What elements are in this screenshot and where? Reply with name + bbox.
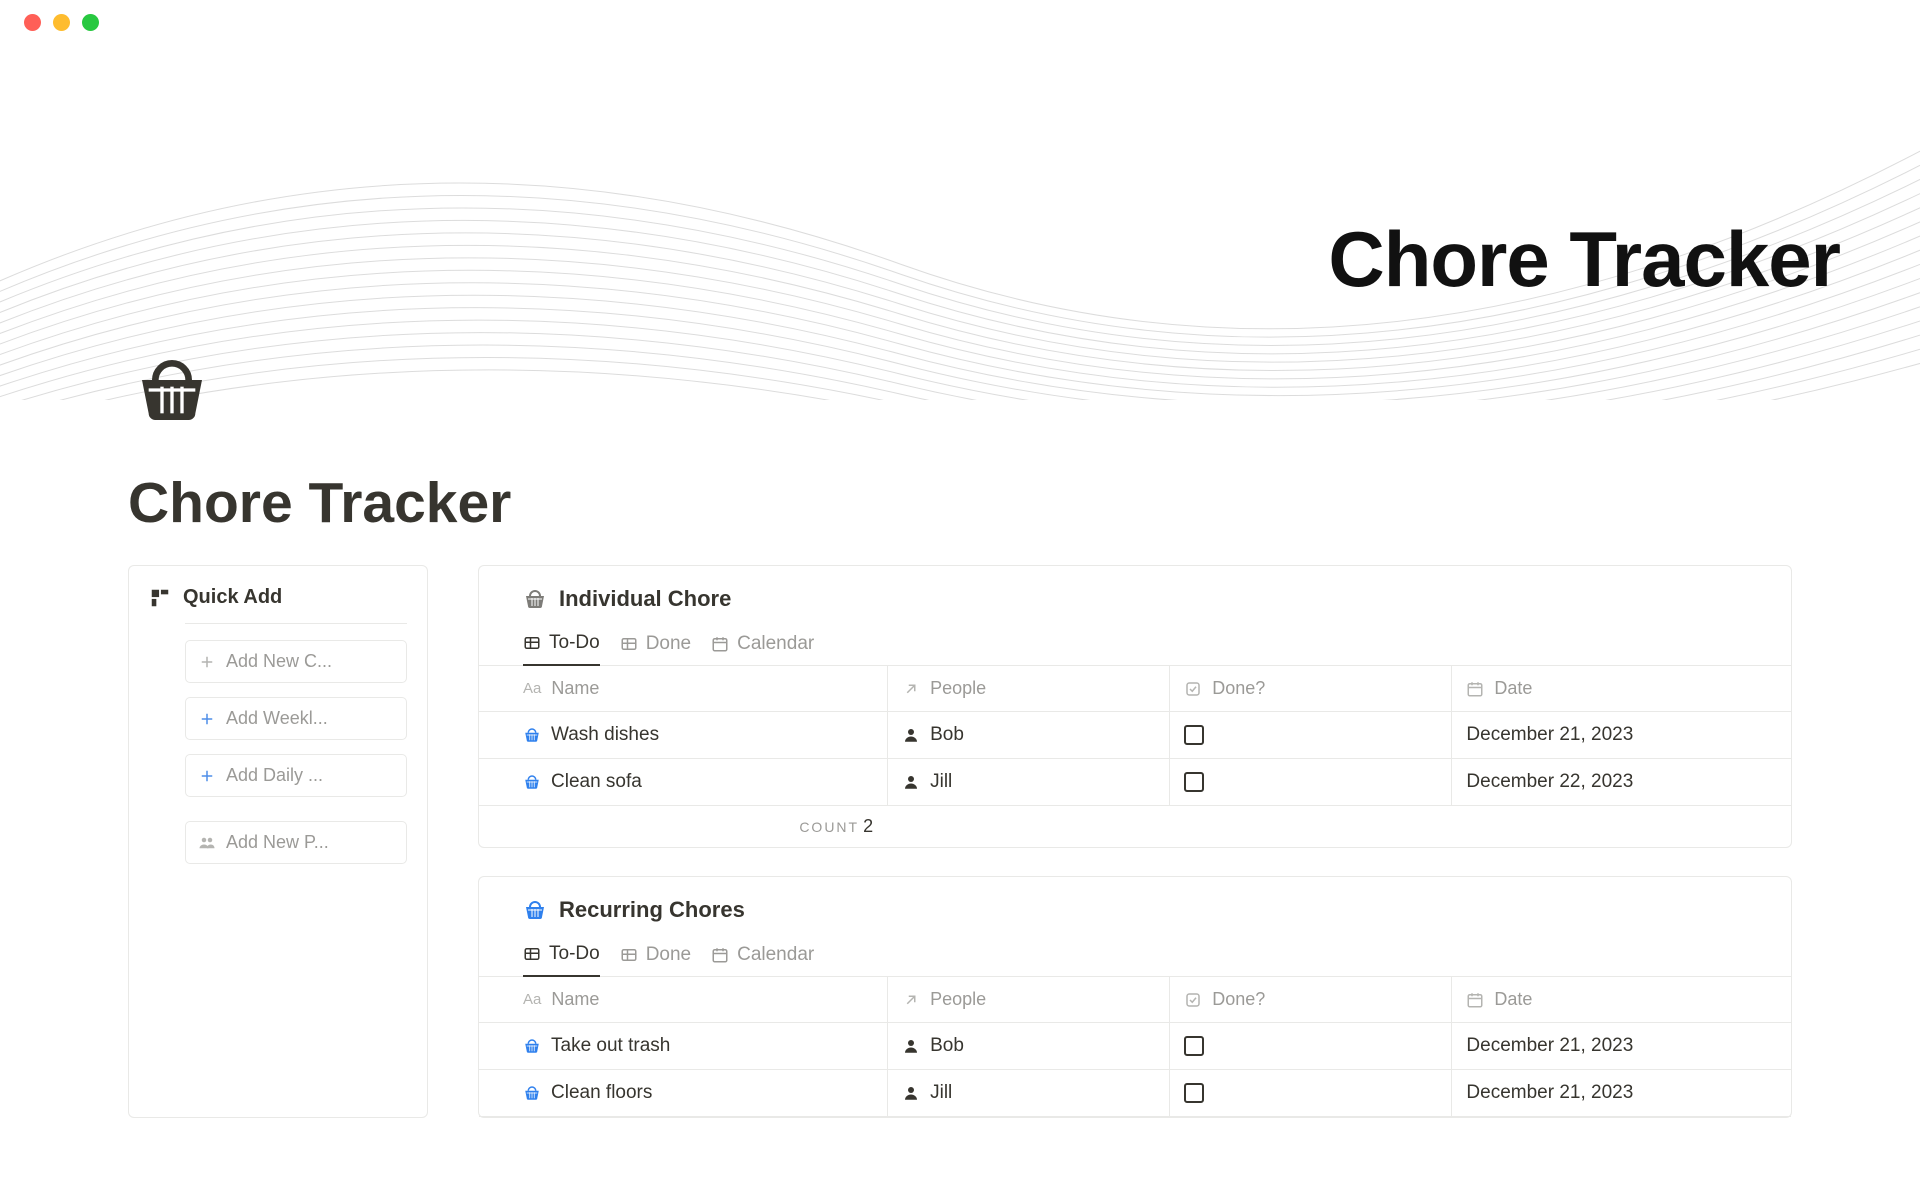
quick-add-header: Quick Add <box>149 586 407 609</box>
tab-calendar[interactable]: Calendar <box>711 632 814 665</box>
cell-people[interactable]: Bob <box>888 1023 1170 1069</box>
calendar-icon <box>1466 991 1484 1009</box>
database-title[interactable]: Recurring Chores <box>559 897 745 923</box>
basket-icon <box>523 773 541 791</box>
calendar-icon <box>1466 680 1484 698</box>
col-done[interactable]: Done? <box>1170 666 1452 711</box>
checkbox-icon <box>1184 991 1202 1009</box>
table-row[interactable]: Clean sofa Jill December 22, 2023 <box>479 759 1791 806</box>
table-icon <box>620 946 638 964</box>
cell-people[interactable]: Jill <box>888 1070 1170 1116</box>
basket-icon <box>523 587 547 611</box>
cell-date[interactable]: December 22, 2023 <box>1452 759 1791 805</box>
recurring-chores-database: Recurring Chores To-Do Done Calendar <box>478 876 1792 1118</box>
individual-chore-database: Individual Chore To-Do Done Calendar <box>478 565 1792 848</box>
cell-name[interactable]: Clean floors <box>479 1070 888 1116</box>
window-minimize-button[interactable] <box>53 14 70 31</box>
count-cell[interactable]: COUNT2 <box>479 806 888 847</box>
tab-label: To-Do <box>549 632 600 654</box>
basket-icon <box>523 726 541 744</box>
table-icon <box>620 635 638 653</box>
cell-date[interactable]: December 21, 2023 <box>1452 1070 1791 1116</box>
window-maximize-button[interactable] <box>82 14 99 31</box>
tab-done[interactable]: Done <box>620 943 691 976</box>
table-row[interactable]: Take out trash Bob December 21, 2023 <box>479 1023 1791 1070</box>
checkbox[interactable] <box>1184 725 1204 745</box>
database-title[interactable]: Individual Chore <box>559 586 731 612</box>
basket-icon <box>523 1084 541 1102</box>
person-icon <box>902 773 920 791</box>
arrow-icon <box>902 680 920 698</box>
col-people[interactable]: People <box>888 977 1170 1022</box>
col-name[interactable]: AaName <box>479 977 888 1022</box>
checkbox[interactable] <box>1184 772 1204 792</box>
checkbox[interactable] <box>1184 1083 1204 1103</box>
basket-icon <box>523 1037 541 1055</box>
tab-label: Calendar <box>737 944 814 966</box>
cell-name[interactable]: Wash dishes <box>479 712 888 758</box>
person-icon <box>902 1037 920 1055</box>
page-icon[interactable] <box>132 350 212 435</box>
person-icon <box>902 726 920 744</box>
cell-date[interactable]: December 21, 2023 <box>1452 712 1791 758</box>
arrow-icon <box>902 991 920 1009</box>
plus-icon <box>198 767 216 785</box>
page-cover: Chore Tracker <box>0 44 1920 400</box>
table-footer: COUNT2 <box>479 806 1791 847</box>
tab-calendar[interactable]: Calendar <box>711 943 814 976</box>
col-name[interactable]: AaName <box>479 666 888 711</box>
col-done[interactable]: Done? <box>1170 977 1452 1022</box>
divider <box>185 623 407 624</box>
cover-title: Chore Tracker <box>1328 214 1840 305</box>
cell-done[interactable] <box>1170 1023 1452 1069</box>
quick-add-title: Quick Add <box>183 586 282 609</box>
calendar-icon <box>711 635 729 653</box>
tab-todo[interactable]: To-Do <box>523 632 600 666</box>
button-label: Add Weekl... <box>226 708 328 729</box>
tab-label: Done <box>646 633 691 655</box>
tab-todo[interactable]: To-Do <box>523 943 600 977</box>
cell-done[interactable] <box>1170 1070 1452 1116</box>
quick-add-panel: Quick Add Add New C... Add Weekl... Add … <box>128 565 428 1118</box>
tab-label: Calendar <box>737 633 814 655</box>
col-date[interactable]: Date <box>1452 666 1791 711</box>
table-icon <box>523 945 541 963</box>
cell-done[interactable] <box>1170 712 1452 758</box>
add-new-person-button[interactable]: Add New P... <box>185 821 407 864</box>
cell-name[interactable]: Take out trash <box>479 1023 888 1069</box>
button-label: Add New C... <box>226 651 332 672</box>
add-new-chore-button[interactable]: Add New C... <box>185 640 407 683</box>
cell-done[interactable] <box>1170 759 1452 805</box>
col-people[interactable]: People <box>888 666 1170 711</box>
tab-done[interactable]: Done <box>620 632 691 665</box>
table-header-row: AaName People Done? Date <box>479 977 1791 1023</box>
add-weekly-button[interactable]: Add Weekl... <box>185 697 407 740</box>
plus-icon <box>198 710 216 728</box>
basket-icon <box>523 898 547 922</box>
cell-people[interactable]: Jill <box>888 759 1170 805</box>
checkbox[interactable] <box>1184 1036 1204 1056</box>
people-icon <box>198 834 216 852</box>
table-row[interactable]: Wash dishes Bob December 21, 2023 <box>479 712 1791 759</box>
cell-date[interactable]: December 21, 2023 <box>1452 1023 1791 1069</box>
tab-label: To-Do <box>549 943 600 965</box>
checkbox-icon <box>1184 680 1202 698</box>
calendar-icon <box>711 946 729 964</box>
cell-name[interactable]: Clean sofa <box>479 759 888 805</box>
tab-label: Done <box>646 944 691 966</box>
page-title[interactable]: Chore Tracker <box>128 470 511 536</box>
table-icon <box>523 634 541 652</box>
add-daily-button[interactable]: Add Daily ... <box>185 754 407 797</box>
table-header-row: AaName People Done? Date <box>479 666 1791 712</box>
button-label: Add Daily ... <box>226 765 323 786</box>
col-date[interactable]: Date <box>1452 977 1791 1022</box>
shapes-icon <box>149 587 171 609</box>
table-row[interactable]: Clean floors Jill December 21, 2023 <box>479 1070 1791 1117</box>
person-icon <box>902 1084 920 1102</box>
plus-icon <box>198 653 216 671</box>
button-label: Add New P... <box>226 832 329 853</box>
cell-people[interactable]: Bob <box>888 712 1170 758</box>
window-close-button[interactable] <box>24 14 41 31</box>
window-titlebar <box>0 0 1920 44</box>
